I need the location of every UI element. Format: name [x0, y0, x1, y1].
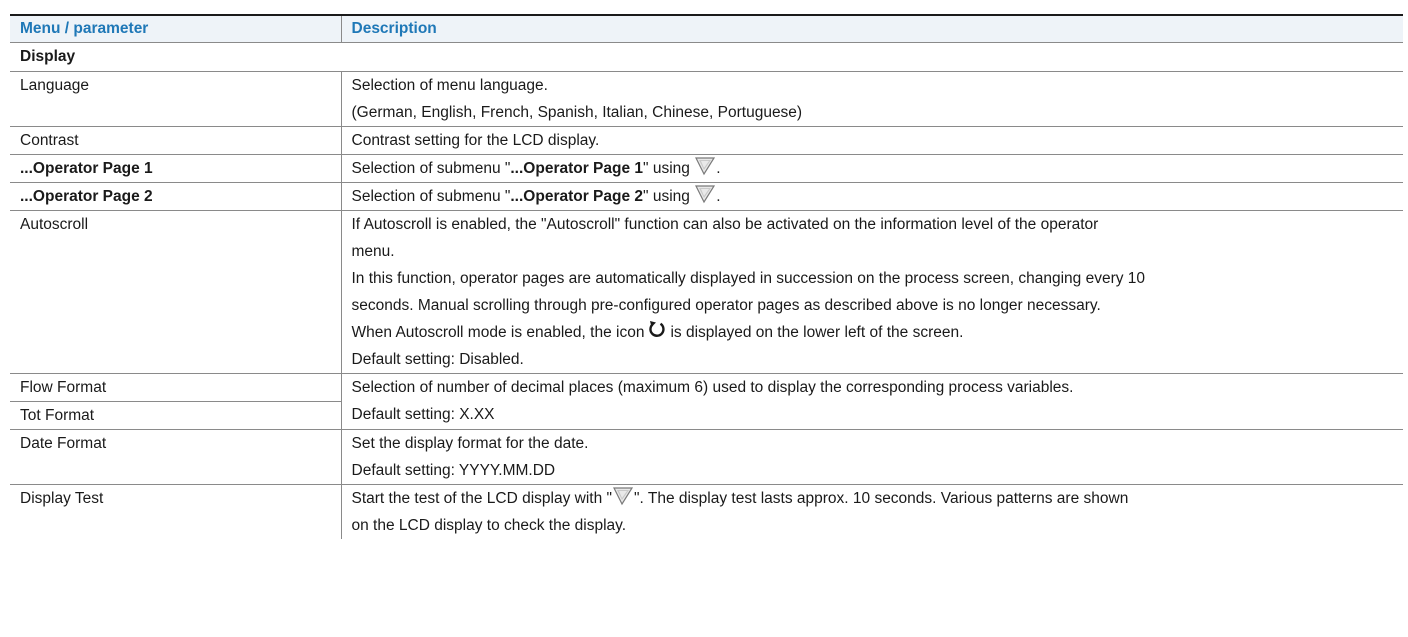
- desc-operator-page-1: Selection of submenu "...Operator Page 1…: [341, 154, 1403, 183]
- table-row-contrast: Contrast Contrast setting for the LCD di…: [10, 126, 1403, 155]
- desc-autoscroll: If Autoscroll is enabled, the "Autoscrol…: [341, 210, 1403, 374]
- param-display-test: Display Test: [10, 484, 342, 539]
- desc-date-format: Set the display format for the date. Def…: [341, 429, 1403, 485]
- table-row-autoscroll: Autoscroll If Autoscroll is enabled, the…: [10, 210, 1403, 374]
- param-date-format: Date Format: [10, 429, 342, 485]
- desc-line: Selection of submenu "...Operator Page 2…: [352, 183, 1394, 210]
- header-menu-parameter: Menu / parameter: [10, 15, 341, 43]
- param-label: ...Operator Page 2: [20, 188, 153, 205]
- autoscroll-cycle-icon: [649, 321, 666, 337]
- parameter-table: Menu / parameter Description Display Lan…: [10, 14, 1403, 539]
- section-row-display: Display: [10, 42, 1403, 72]
- param-flow-format: Flow Format Tot Format: [10, 373, 342, 430]
- desc-line: Start the test of the LCD display with "…: [352, 485, 1394, 512]
- desc-display-test: Start the test of the LCD display with "…: [341, 485, 1403, 540]
- enter-button-icon: [695, 185, 716, 204]
- desc-operator-page-2: Selection of submenu "...Operator Page 2…: [341, 182, 1403, 211]
- enter-button-icon: [695, 157, 716, 176]
- desc-line: (German, English, French, Spanish, Itali…: [351, 104, 803, 121]
- desc-line: Default setting: YYYY.MM.DD: [351, 462, 556, 479]
- table-row-date-format: Date Format Set the display format for t…: [10, 429, 1403, 485]
- bold-fragment: ...Operator Page 2: [510, 188, 644, 205]
- desc-line: When Autoscroll mode is enabled, the ico…: [352, 319, 1394, 346]
- text-fragment: Selection of submenu ": [351, 160, 511, 177]
- text-fragment: When Autoscroll mode is enabled, the ico…: [351, 324, 645, 341]
- text-fragment: is displayed on the lower left of the sc…: [670, 324, 964, 341]
- desc-line: Selection of number of decimal places (m…: [351, 379, 1074, 396]
- desc-language: Selection of menu language. (German, Eng…: [341, 71, 1403, 127]
- page: Menu / parameter Description Display Lan…: [0, 0, 1408, 637]
- param-autoscroll: Autoscroll: [10, 210, 342, 374]
- desc-contrast: Contrast setting for the LCD display.: [341, 126, 1403, 155]
- desc-line: on the LCD display to check the display.: [351, 517, 627, 534]
- text-fragment: Selection of submenu ": [351, 188, 511, 205]
- text-fragment: .: [716, 160, 721, 177]
- table-row-language: Language Selection of menu language. (Ge…: [10, 71, 1403, 127]
- desc-line: Set the display format for the date.: [351, 435, 589, 452]
- param-label: Tot Format: [20, 407, 95, 424]
- param-operator-page-2: ...Operator Page 2: [10, 182, 342, 211]
- section-title: Display: [10, 42, 1403, 72]
- desc-line: seconds. Manual scrolling through pre-co…: [351, 297, 1101, 314]
- desc-flow-format: Selection of number of decimal places (m…: [341, 373, 1403, 430]
- desc-line: Selection of submenu "...Operator Page 1…: [352, 155, 1394, 182]
- desc-line: Default setting: X.XX: [351, 406, 495, 423]
- param-language: Language: [10, 71, 342, 127]
- desc-line: In this function, operator pages are aut…: [351, 270, 1146, 287]
- table-row-operator-page-2: ...Operator Page 2 Selection of submenu …: [10, 182, 1403, 211]
- table-row-display-test: Display Test Start the test of the LCD d…: [10, 484, 1403, 540]
- bold-fragment: ...Operator Page 1: [510, 160, 644, 177]
- text-fragment: " using: [643, 160, 695, 177]
- header-description: Description: [340, 15, 1403, 43]
- text-fragment: .: [716, 188, 721, 205]
- desc-line: If Autoscroll is enabled, the "Autoscrol…: [351, 216, 1099, 233]
- table-row-operator-page-1: ...Operator Page 1 Selection of submenu …: [10, 154, 1403, 183]
- param-label: ...Operator Page 1: [20, 160, 153, 177]
- param-contrast: Contrast: [10, 126, 342, 155]
- desc-line: Selection of menu language.: [351, 77, 548, 94]
- desc-line: Default setting: Disabled.: [351, 351, 524, 368]
- text-fragment: Start the test of the LCD display with ": [351, 490, 613, 507]
- text-fragment: " using: [643, 188, 695, 205]
- enter-button-icon: [613, 487, 634, 506]
- param-operator-page-1: ...Operator Page 1: [10, 154, 342, 183]
- desc-line: Contrast setting for the LCD display.: [351, 132, 600, 149]
- table-header-row: Menu / parameter Description: [10, 15, 1403, 43]
- text-fragment: ". The display test lasts approx. 10 sec…: [634, 490, 1129, 507]
- desc-line: menu.: [351, 243, 395, 260]
- param-label: Flow Format: [10, 374, 341, 402]
- table-row-flow-format: Flow Format Tot Format Selection of numb…: [10, 373, 1403, 430]
